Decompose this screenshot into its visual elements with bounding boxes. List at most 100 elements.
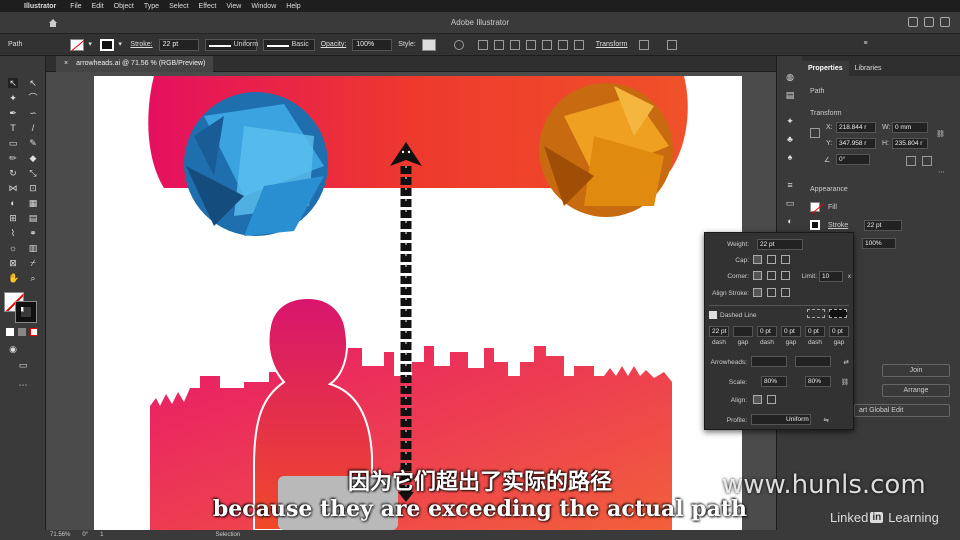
blue-faceted-circle[interactable] bbox=[184, 92, 328, 236]
preserve-dash-icon[interactable] bbox=[807, 309, 825, 318]
lasso-tool-icon[interactable]: ⌒ bbox=[28, 93, 38, 103]
apple-icon[interactable] bbox=[8, 2, 16, 10]
gradient-panel-icon[interactable]: ▭ bbox=[785, 198, 795, 208]
dashed-line-checkbox[interactable] bbox=[709, 311, 717, 319]
w-field[interactable]: 0 mm bbox=[892, 122, 928, 133]
status-mode[interactable]: Selection bbox=[215, 532, 240, 538]
menu-object[interactable]: Object bbox=[114, 3, 134, 10]
color-mode-icon[interactable] bbox=[6, 328, 14, 336]
angle-field[interactable]: 0° bbox=[836, 154, 870, 165]
start-arrowhead-select[interactable] bbox=[751, 356, 787, 367]
align-stroke-inside-icon[interactable] bbox=[767, 288, 776, 297]
butt-cap-icon[interactable] bbox=[753, 255, 762, 264]
eyedropper-tool-icon[interactable]: ⌇ bbox=[8, 228, 18, 238]
menu-type[interactable]: Type bbox=[144, 3, 159, 10]
arrange-button-label[interactable]: Arrange bbox=[882, 384, 950, 397]
gap-2-field[interactable]: 0 pt bbox=[781, 326, 801, 337]
artboard[interactable] bbox=[94, 76, 742, 530]
menu-view[interactable]: View bbox=[226, 3, 241, 10]
flip-vertical-icon[interactable] bbox=[922, 156, 932, 166]
screen-mode-icon[interactable]: ▭ bbox=[18, 360, 28, 370]
gap-1-field[interactable] bbox=[733, 326, 753, 337]
stroke-label[interactable]: Stroke: bbox=[130, 41, 152, 48]
width-tool-icon[interactable]: ⋈ bbox=[8, 183, 18, 193]
projecting-cap-icon[interactable] bbox=[781, 255, 790, 264]
variable-width-profile[interactable]: Uniform bbox=[204, 38, 258, 51]
rotation-value[interactable]: 0° bbox=[82, 532, 88, 538]
shape-builder-tool-icon[interactable]: ◐ bbox=[8, 198, 18, 208]
miter-join-icon[interactable] bbox=[753, 271, 762, 280]
pencil-tool-icon[interactable]: ✏ bbox=[8, 153, 18, 163]
zoom-tool-icon[interactable]: ⌕ bbox=[28, 273, 38, 283]
curvature-tool-icon[interactable]: ∽ bbox=[28, 108, 38, 118]
magic-wand-tool-icon[interactable]: ✦ bbox=[8, 93, 18, 103]
more-options-icon[interactable]: ⋯ bbox=[938, 168, 945, 176]
isolate-icon[interactable] bbox=[639, 39, 650, 50]
menu-select[interactable]: Select bbox=[169, 3, 188, 10]
fill-swatch[interactable] bbox=[70, 38, 85, 51]
zoom-level[interactable]: 71.56% bbox=[50, 532, 70, 538]
pen-tool-icon[interactable]: ✒ bbox=[8, 108, 18, 118]
align-right-icon[interactable] bbox=[525, 39, 536, 50]
canvas[interactable] bbox=[46, 72, 776, 530]
brush-definition[interactable]: Basic bbox=[262, 38, 315, 51]
close-icon[interactable]: × bbox=[64, 56, 68, 72]
none-mode-icon[interactable] bbox=[30, 328, 38, 336]
round-cap-icon[interactable] bbox=[767, 255, 776, 264]
gradient-tool-icon[interactable]: ▤ bbox=[28, 213, 38, 223]
fill-stroke-widget[interactable] bbox=[4, 292, 40, 323]
tab-properties[interactable]: Properties bbox=[802, 61, 849, 76]
artwork[interactable] bbox=[94, 76, 742, 530]
blend-tool-icon[interactable]: ⚭ bbox=[28, 228, 38, 238]
recolor-icon[interactable] bbox=[453, 39, 464, 50]
rotate-tool-icon[interactable]: ↻ bbox=[8, 168, 18, 178]
eraser-tool-icon[interactable]: ◆ bbox=[28, 153, 38, 163]
stroke-swatch-panel[interactable] bbox=[810, 220, 820, 230]
artboard-number[interactable]: 1 bbox=[100, 532, 103, 538]
mesh-tool-icon[interactable]: ⊞ bbox=[8, 213, 18, 223]
artboard-tool-icon[interactable]: ⊠ bbox=[8, 258, 18, 268]
scale-tool-icon[interactable]: ⤡ bbox=[28, 168, 38, 178]
reference-point-icon[interactable] bbox=[810, 128, 820, 138]
end-scale-field[interactable]: 80% bbox=[805, 376, 831, 387]
menu-app-name[interactable]: Illustrator bbox=[24, 3, 56, 10]
limit-field[interactable]: 10 bbox=[819, 271, 843, 282]
stroke-weight-panel[interactable]: 22 pt bbox=[864, 220, 902, 231]
hand-tool-icon[interactable]: ✋ bbox=[8, 273, 19, 283]
transform-link[interactable]: Transform bbox=[596, 41, 628, 48]
panel-menu-icon[interactable]: ≡ bbox=[863, 40, 873, 50]
more-tools-icon[interactable]: ⋯ bbox=[18, 380, 28, 390]
rectangle-tool-icon[interactable]: ▭ bbox=[8, 138, 18, 148]
stroke-dropdown-icon[interactable]: ▾ bbox=[118, 40, 124, 50]
column-graph-tool-icon[interactable]: ▥ bbox=[28, 243, 38, 253]
type-tool-icon[interactable]: T bbox=[8, 123, 18, 133]
align-middle-icon[interactable] bbox=[557, 39, 568, 50]
stroke-swatch[interactable] bbox=[100, 38, 115, 51]
align-dash-corners-icon[interactable] bbox=[829, 309, 847, 318]
direct-selection-tool-icon[interactable]: ↖ bbox=[28, 78, 38, 88]
dash-3-field[interactable]: 0 pt bbox=[805, 326, 825, 337]
stroke-box[interactable] bbox=[15, 301, 37, 323]
menu-window[interactable]: Window bbox=[251, 3, 276, 10]
flip-horizontal-icon[interactable] bbox=[906, 156, 916, 166]
opacity-field[interactable]: 100% bbox=[352, 38, 393, 51]
dash-2-field[interactable]: 0 pt bbox=[757, 326, 777, 337]
opacity-label[interactable]: Opacity: bbox=[321, 41, 347, 48]
align-left-icon[interactable] bbox=[493, 39, 504, 50]
end-arrowhead-select[interactable] bbox=[795, 356, 831, 367]
menu-help[interactable]: Help bbox=[286, 3, 300, 10]
weight-field[interactable]: 22 pt bbox=[757, 239, 803, 250]
free-transform-tool-icon[interactable]: ⊡ bbox=[28, 183, 38, 193]
align-bottom-icon[interactable] bbox=[573, 39, 584, 50]
menu-effect[interactable]: Effect bbox=[199, 3, 217, 10]
opacity-panel[interactable]: 100% bbox=[862, 238, 896, 249]
selection-tool-icon[interactable]: ↖ bbox=[8, 78, 18, 88]
gap-3-field[interactable]: 0 pt bbox=[829, 326, 849, 337]
slice-tool-icon[interactable]: ⌿ bbox=[28, 258, 38, 268]
constrain-icon[interactable]: ⛓ bbox=[936, 130, 945, 138]
graphic-style-swatch[interactable] bbox=[421, 38, 436, 51]
align-top-icon[interactable] bbox=[541, 39, 552, 50]
tab-libraries[interactable]: Libraries bbox=[849, 61, 888, 76]
swap-arrowheads-icon[interactable]: ⇄ bbox=[839, 358, 849, 366]
home-icon[interactable] bbox=[48, 18, 58, 28]
